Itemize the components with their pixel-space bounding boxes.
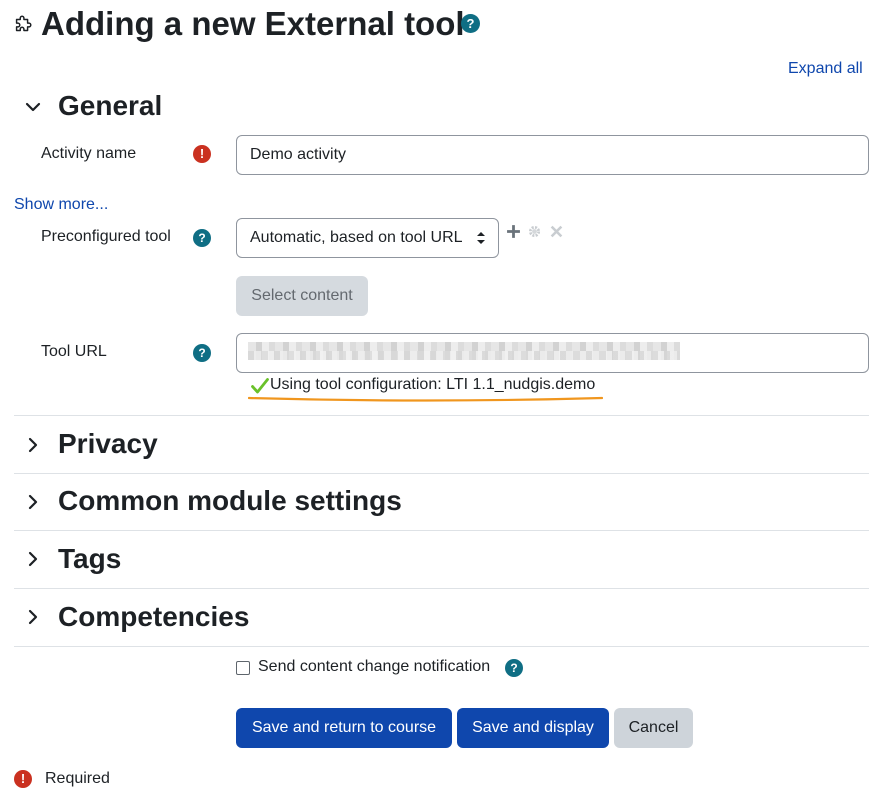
select-arrows-icon	[477, 232, 485, 244]
save-and-display-button[interactable]: Save and display	[457, 708, 609, 748]
chevron-right-icon[interactable]	[25, 494, 41, 510]
section-title-competencies[interactable]: Competencies	[58, 600, 249, 634]
preconfigured-tool-value: Automatic, based on tool URL	[250, 229, 463, 246]
tool-url-redacted-value	[248, 351, 680, 360]
divider	[14, 646, 869, 647]
section-title-privacy[interactable]: Privacy	[58, 427, 158, 461]
select-content-button[interactable]: Select content	[236, 276, 368, 316]
show-more-link[interactable]: Show more...	[14, 196, 108, 214]
preconfigured-tool-label: Preconfigured tool	[41, 228, 171, 245]
check-icon	[251, 378, 269, 394]
help-icon[interactable]: ?	[505, 659, 523, 677]
help-icon[interactable]: ?	[193, 229, 211, 247]
send-notification-label[interactable]: Send content change notification	[258, 658, 490, 676]
save-and-return-button[interactable]: Save and return to course	[236, 708, 452, 748]
section-title-general[interactable]: General	[58, 89, 162, 123]
send-notification-checkbox[interactable]	[236, 661, 250, 675]
chevron-right-icon[interactable]	[25, 437, 41, 453]
chevron-down-icon[interactable]	[25, 99, 41, 115]
close-icon	[550, 225, 563, 238]
help-icon[interactable]: ?	[461, 14, 480, 33]
cancel-button[interactable]: Cancel	[614, 708, 693, 748]
add-icon[interactable]	[506, 224, 521, 239]
required-icon: !	[193, 145, 211, 163]
puzzle-icon	[15, 15, 32, 32]
tool-url-label: Tool URL	[41, 343, 107, 360]
gear-icon	[528, 225, 541, 238]
divider	[14, 530, 869, 531]
preconfigured-tool-select[interactable]: Automatic, based on tool URL	[236, 218, 499, 258]
divider	[14, 473, 869, 474]
page-title: Adding a new External tool	[41, 5, 465, 42]
chevron-right-icon[interactable]	[25, 609, 41, 625]
divider	[14, 588, 869, 589]
activity-name-label: Activity name	[41, 145, 137, 162]
section-title-tags[interactable]: Tags	[58, 542, 121, 576]
chevron-right-icon[interactable]	[25, 551, 41, 567]
tool-config-message: Using tool configuration: LTI 1.1_nudgis…	[270, 376, 596, 393]
required-icon: !	[14, 770, 32, 788]
help-icon[interactable]: ?	[193, 344, 211, 362]
highlight-underline	[248, 396, 603, 402]
activity-name-input[interactable]	[236, 135, 869, 175]
expand-all-link[interactable]: Expand all	[788, 60, 863, 78]
required-legend: Required	[45, 770, 110, 787]
section-title-common-module-settings[interactable]: Common module settings	[58, 484, 402, 518]
divider	[14, 415, 869, 416]
